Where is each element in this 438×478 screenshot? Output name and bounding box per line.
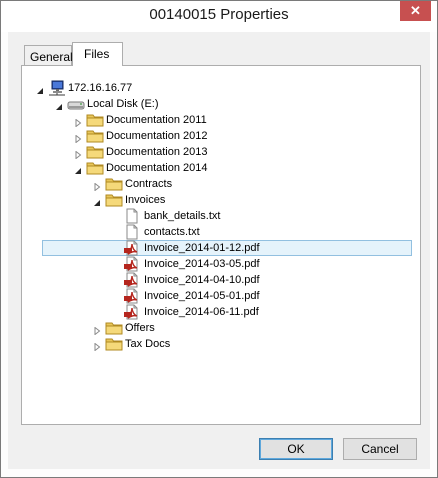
folder-icon [105,336,123,357]
tree-item-label: Documentation 2013 [106,146,208,158]
tree-item[interactable]: Local Disk (E:) [22,96,412,112]
tree-item[interactable]: Documentation 2011 [22,112,412,128]
collapse-arrow-icon[interactable] [93,340,101,352]
tree-item-label: Invoice_2014-04-10.pdf [144,274,260,286]
tree-item[interactable]: Documentation 2013 [22,144,412,160]
collapse-arrow-icon[interactable] [93,324,101,336]
tree-item-label: Documentation 2011 [106,114,207,126]
file-tree[interactable]: 172.16.16.77 Local Disk (E:) Documentation… [22,66,420,424]
tree-item[interactable]: contacts.txt [22,224,412,240]
tree-item[interactable]: 172.16.16.77 [22,80,412,96]
tree-item-label: bank_details.txt [144,210,221,222]
title-bar[interactable]: 00140015 Properties ✕ [1,1,437,32]
dialog-client-area: General Files 172.16.16.77 Local Disk (E:… [8,32,430,469]
tree-item[interactable]: Documentation 2012 [22,128,412,144]
window-title: 00140015 Properties [149,6,289,23]
collapse-arrow-icon[interactable] [74,132,82,144]
tree-item-label: contacts.txt [144,226,200,238]
tree-item-label: Local Disk (E:) [87,98,159,110]
tree-item[interactable]: Documentation 2014 [22,160,412,176]
expand-arrow-icon[interactable] [36,84,44,94]
tree-item-label: Contracts [125,178,173,190]
tree-item[interactable]: Contracts [22,176,412,192]
close-button[interactable]: ✕ [400,1,431,21]
tree-item[interactable]: Invoices [22,192,412,208]
tree-item[interactable]: Tax Docs [22,336,412,352]
tree-item-label: Invoices [125,194,166,206]
expand-arrow-icon[interactable] [93,196,101,206]
tree-item[interactable]: Invoice_2014-06-11.pdf [22,304,412,320]
tree-item-label: Tax Docs [125,338,171,350]
tree-item-label: Offers [125,322,155,334]
ok-button[interactable]: OK [259,438,333,460]
tree-item-label: Invoice_2014-05-01.pdf [144,290,260,302]
tree-item[interactable]: bank_details.txt [22,208,412,224]
tree-item-label: Documentation 2012 [106,130,208,142]
expand-arrow-icon[interactable] [55,100,63,110]
tree-item-label: Invoice_2014-06-11.pdf [144,306,259,318]
tree-item[interactable]: Invoice_2014-05-01.pdf [22,288,412,304]
tab-general[interactable]: General [24,45,73,65]
collapse-arrow-icon[interactable] [74,116,82,128]
expand-arrow-icon[interactable] [74,164,82,174]
close-icon: ✕ [410,3,421,18]
tree-item[interactable]: Invoice_2014-03-05.pdf [22,256,412,272]
tree-item-label: 172.16.16.77 [68,82,133,94]
tree-item-label: Documentation 2014 [106,162,208,174]
tree-item-label: Invoice_2014-03-05.pdf [144,258,260,270]
tree-item[interactable]: Invoice_2014-01-12.pdf [22,240,412,256]
tree-item[interactable]: Offers [22,320,412,336]
collapse-arrow-icon[interactable] [93,180,101,192]
cancel-button[interactable]: Cancel [343,438,417,460]
properties-dialog: 00140015 Properties ✕ General Files 172.… [0,0,438,478]
files-tab-panel: 172.16.16.77 Local Disk (E:) Documentation… [21,65,421,425]
tree-item[interactable]: Invoice_2014-04-10.pdf [22,272,412,288]
tree-item-label: Invoice_2014-01-12.pdf [144,242,260,254]
tab-files[interactable]: Files [72,42,123,66]
collapse-arrow-icon[interactable] [74,148,82,160]
